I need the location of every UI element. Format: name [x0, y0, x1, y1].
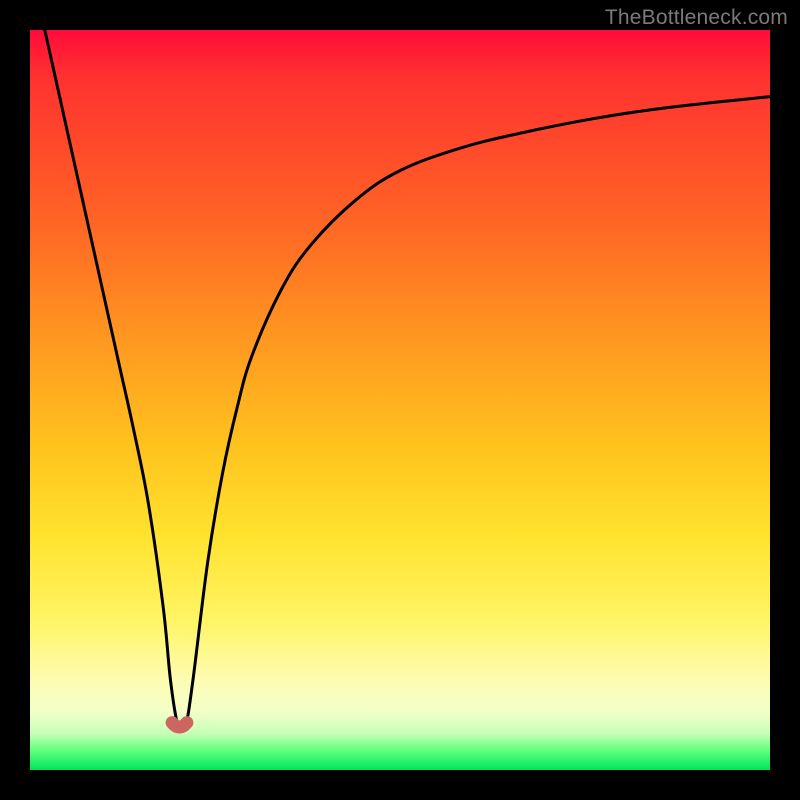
watermark-text: TheBottleneck.com — [605, 6, 788, 30]
chart-frame: TheBottleneck.com — [0, 0, 800, 800]
plot-area — [30, 30, 770, 770]
bottleneck-curve — [45, 30, 770, 732]
bottleneck-curve-svg — [30, 30, 770, 770]
curve-min-markers — [172, 723, 187, 728]
